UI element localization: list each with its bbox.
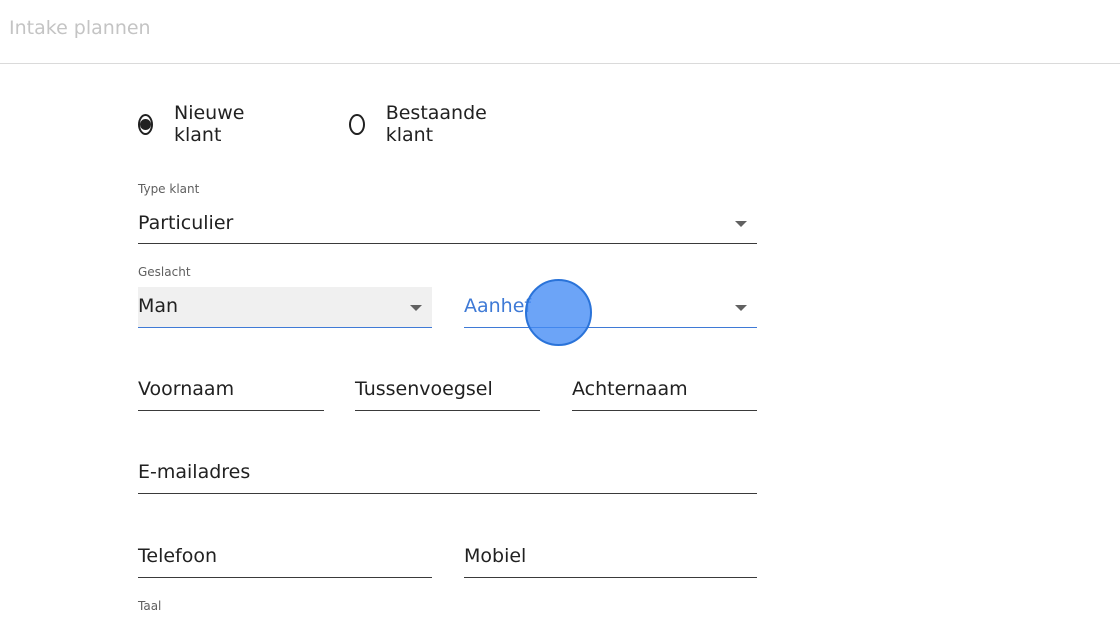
radio-new-customer[interactable]: Nieuwe klant: [138, 102, 250, 146]
type-klant-select[interactable]: Type klant Particulier: [138, 182, 757, 244]
mobiel-placeholder: Mobiel: [464, 545, 527, 567]
taal-label: Taal: [138, 599, 162, 613]
type-klant-label: Type klant: [138, 182, 200, 196]
telefoon-input[interactable]: Telefoon: [138, 537, 432, 578]
telefoon-placeholder: Telefoon: [138, 545, 218, 567]
page-title: Intake plannen: [9, 17, 151, 39]
geslacht-select[interactable]: Man: [138, 287, 432, 328]
mobiel-input[interactable]: Mobiel: [464, 537, 757, 578]
radio-existing-customer[interactable]: Bestaande klant: [349, 102, 492, 146]
type-klant-underline: [138, 243, 757, 244]
aanhef-underline: [464, 327, 757, 328]
chevron-down-icon[interactable]: [410, 305, 422, 311]
achternaam-input[interactable]: Achternaam: [572, 370, 757, 411]
type-klant-value: Particulier: [138, 212, 234, 234]
geslacht-filled-background: [138, 287, 432, 328]
tussenvoegsel-placeholder: Tussenvoegsel: [355, 378, 493, 400]
radio-existing-customer-label[interactable]: Bestaande klant: [386, 102, 492, 146]
tussenvoegsel-input[interactable]: Tussenvoegsel: [355, 370, 540, 411]
radio-selected-icon[interactable]: [138, 113, 153, 135]
aanhef-placeholder: Aanhef: [464, 295, 532, 317]
email-underline: [138, 493, 757, 494]
geslacht-value: Man: [138, 295, 179, 317]
aanhef-select[interactable]: Aanhef: [464, 287, 757, 328]
chevron-down-icon[interactable]: [735, 221, 747, 227]
voornaam-underline: [138, 410, 324, 411]
cursor-highlight-icon: [525, 279, 592, 346]
achternaam-placeholder: Achternaam: [572, 378, 688, 400]
radio-new-customer-label[interactable]: Nieuwe klant: [174, 102, 250, 146]
achternaam-underline: [572, 410, 757, 411]
geslacht-underline: [138, 327, 432, 328]
tussenvoegsel-underline: [355, 410, 540, 411]
email-placeholder: E-mailadres: [138, 461, 251, 483]
voornaam-placeholder: Voornaam: [138, 378, 235, 400]
mobiel-underline: [464, 577, 757, 578]
radio-dot-icon: [140, 118, 151, 130]
email-input[interactable]: E-mailadres: [138, 453, 757, 494]
telefoon-underline: [138, 577, 432, 578]
geslacht-label: Geslacht: [138, 265, 191, 279]
intake-page: Intake plannen Nieuwe klant Bestaande kl…: [0, 0, 1120, 626]
chevron-down-icon[interactable]: [735, 305, 747, 311]
radio-unselected-icon[interactable]: [349, 113, 365, 135]
voornaam-input[interactable]: Voornaam: [138, 370, 324, 411]
page-header: Intake plannen: [0, 0, 1120, 64]
